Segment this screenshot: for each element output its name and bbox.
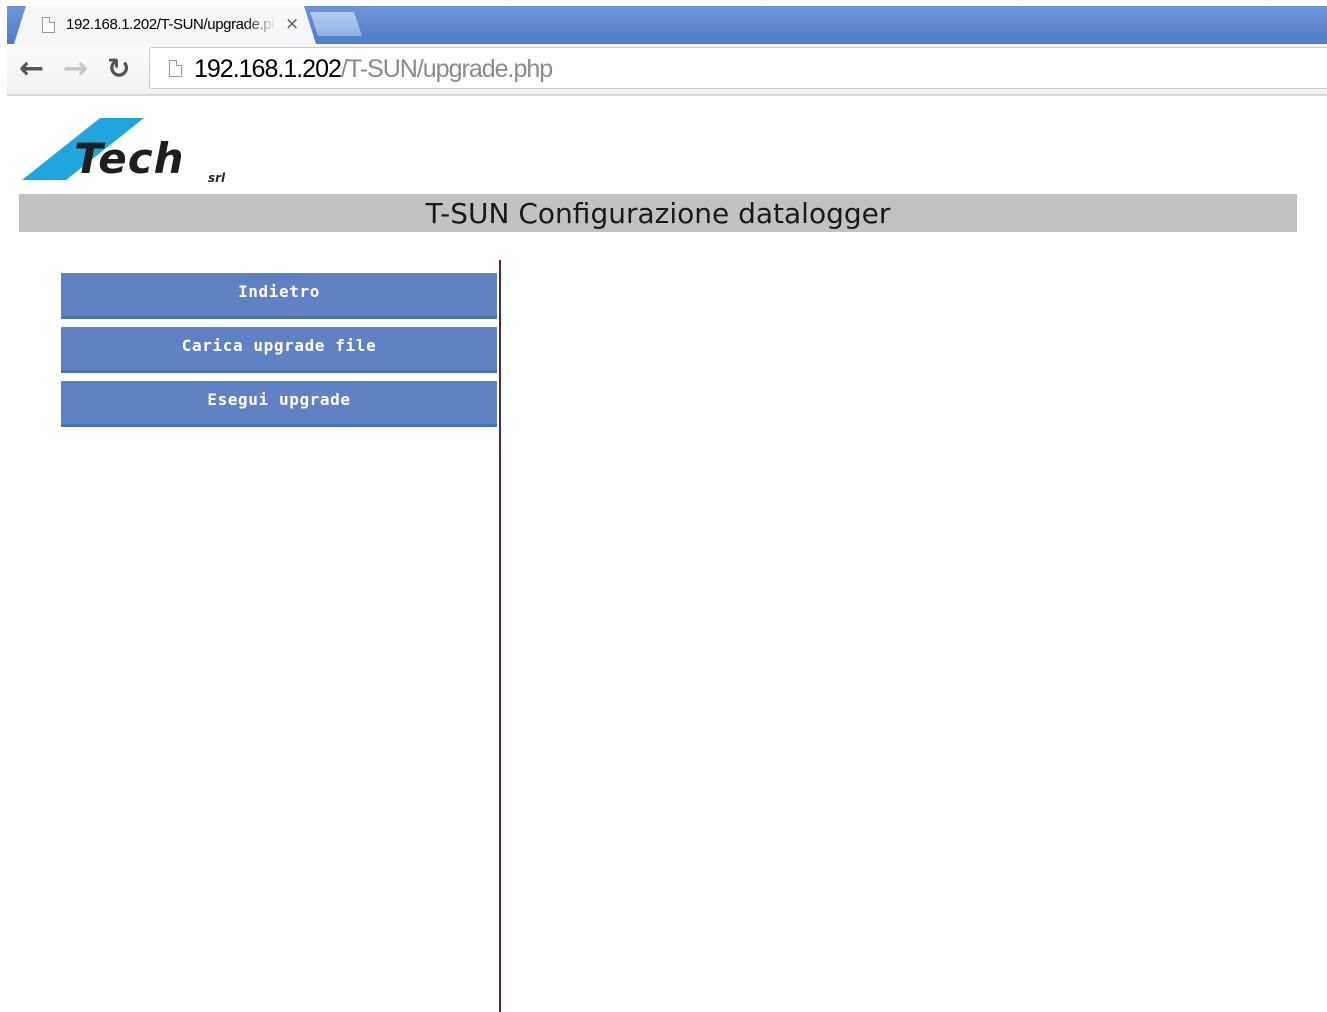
logo-word: Tech: [74, 134, 185, 183]
back-button[interactable]: Indietro: [61, 273, 497, 319]
reload-icon[interactable]: ↻: [107, 52, 130, 86]
vertical-divider: [499, 260, 501, 1012]
logo-suffix: srl: [208, 171, 226, 185]
forward-arrow-icon[interactable]: →: [63, 52, 88, 86]
url-host: 192.168.1.202: [194, 55, 342, 83]
upload-upgrade-file-button[interactable]: Carica upgrade file: [61, 327, 497, 373]
browser-tab[interactable]: 192.168.1.202/T-SUN/upgrade.php ×: [14, 6, 316, 44]
address-bar[interactable]: 192.168.1.202/T-SUN/upgrade.php: [149, 47, 1327, 89]
browser-tabstrip: 192.168.1.202/T-SUN/upgrade.php ×: [7, 6, 1327, 44]
run-upgrade-button[interactable]: Esegui upgrade: [61, 381, 497, 427]
company-logo: Tech srl: [22, 116, 242, 190]
tab-title: 192.168.1.202/T-SUN/upgrade.php: [66, 16, 276, 33]
page-title: T-SUN Configurazione datalogger: [425, 197, 891, 230]
url-path: /T-SUN/upgrade.php: [340, 55, 553, 83]
page-icon: [42, 17, 55, 33]
back-arrow-icon[interactable]: ←: [19, 52, 44, 86]
new-tab-button[interactable]: [310, 12, 362, 36]
close-icon[interactable]: ×: [285, 14, 299, 34]
browser-toolbar: ← → ↻ 192.168.1.202/T-SUN/upgrade.php: [7, 44, 1327, 96]
title-bar: T-SUN Configurazione datalogger: [19, 194, 1297, 232]
page-icon: [169, 60, 182, 77]
url-text: 192.168.1.202/T-SUN/upgrade.php: [194, 54, 553, 84]
side-menu: Indietro Carica upgrade file Esegui upgr…: [61, 273, 497, 435]
